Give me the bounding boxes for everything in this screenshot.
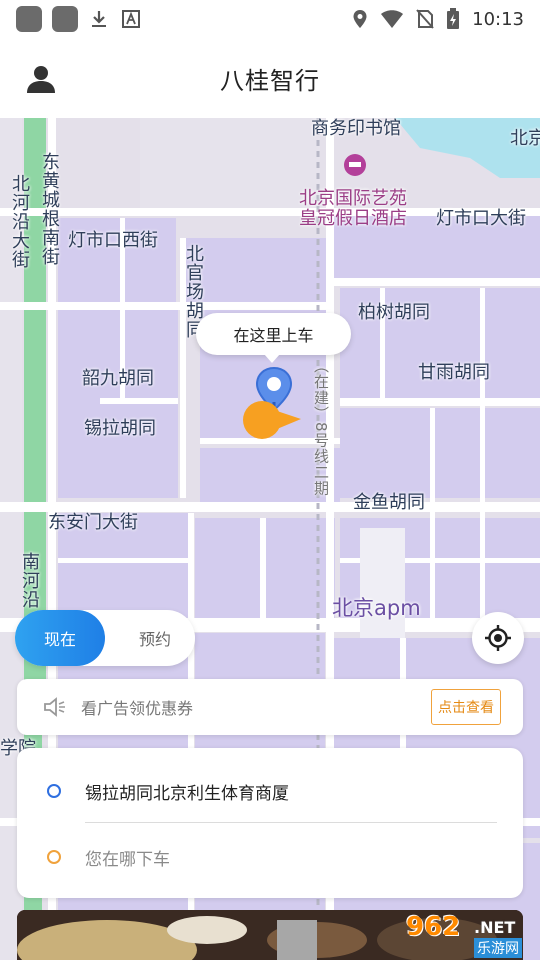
map-label: 东安门大街 <box>48 512 138 533</box>
battery-charging-icon <box>447 8 460 29</box>
crosshair-icon <box>485 625 511 651</box>
ad-text: 看广告领优惠券 <box>81 699 194 718</box>
map-label: 甘雨胡同 <box>418 362 490 383</box>
route-card: 锡拉胡同北京利生体育商厦 您在哪下车 <box>17 748 523 898</box>
app-header: 八桂智行 <box>0 38 540 118</box>
map-label: 北京 <box>510 128 540 149</box>
pickup-address: 锡拉胡同北京利生体育商厦 <box>85 783 289 804</box>
map-label: 东黄城根南街 <box>39 152 60 266</box>
ad-banner: 看广告领优惠券 点击查看 <box>17 679 523 735</box>
dropoff-dot-icon <box>47 850 61 864</box>
watermark-net: .NET <box>474 918 516 937</box>
pickup-dot-icon <box>47 784 61 798</box>
status-time: 10:13 <box>472 8 524 30</box>
watermark-site: 乐游网 <box>474 938 522 958</box>
page-title: 八桂智行 <box>220 66 320 95</box>
watermark-logo: 962 .NET 乐游网 <box>400 910 540 960</box>
mode-now-button[interactable]: 现在 <box>15 610 105 666</box>
map-label-hotel: 皇冠假日酒店 <box>299 208 407 229</box>
watermark-number: 962 <box>406 912 461 942</box>
map-label: 灯市口西街 <box>68 230 158 251</box>
view-ad-button[interactable]: 点击查看 <box>431 689 501 725</box>
map-label: 商务印书馆 <box>311 118 401 139</box>
dropoff-row[interactable]: 您在哪下车 <box>17 824 523 890</box>
route-divider <box>85 822 497 823</box>
map-label: 灯市口大街 <box>436 208 526 229</box>
car-location-marker <box>243 401 301 439</box>
map-label-metro: （在建）8号线二期 <box>312 358 330 497</box>
map-label: 金鱼胡同 <box>353 492 425 513</box>
map-label: 锡拉胡同 <box>84 418 156 439</box>
dropoff-input[interactable]: 您在哪下车 <box>85 845 170 870</box>
locate-button[interactable] <box>472 612 524 664</box>
download-icon <box>88 8 110 30</box>
person-icon[interactable] <box>26 64 56 94</box>
notification-app-icon <box>52 6 78 32</box>
ride-mode-toggle: 现在 预约 <box>15 610 195 666</box>
wifi-icon <box>381 10 404 28</box>
status-bar: 10:13 <box>0 0 540 38</box>
speaker-icon <box>44 697 65 717</box>
mode-reserve-button[interactable]: 预约 <box>115 610 195 666</box>
pickup-row[interactable]: 锡拉胡同北京利生体育商厦 <box>17 758 523 824</box>
location-icon <box>353 10 367 28</box>
map-label: 南河沿 <box>19 552 40 609</box>
no-sim-icon <box>416 9 434 29</box>
map-label: 韶九胡同 <box>82 368 154 389</box>
font-icon <box>120 8 142 30</box>
pickup-bubble[interactable]: 在这里上车 <box>196 313 351 363</box>
notification-app-icon <box>16 6 42 32</box>
map-label: 柏树胡同 <box>358 302 430 323</box>
map-label: 北河沿大街 <box>9 174 30 269</box>
map-label-apm: 北京apm <box>332 596 421 620</box>
